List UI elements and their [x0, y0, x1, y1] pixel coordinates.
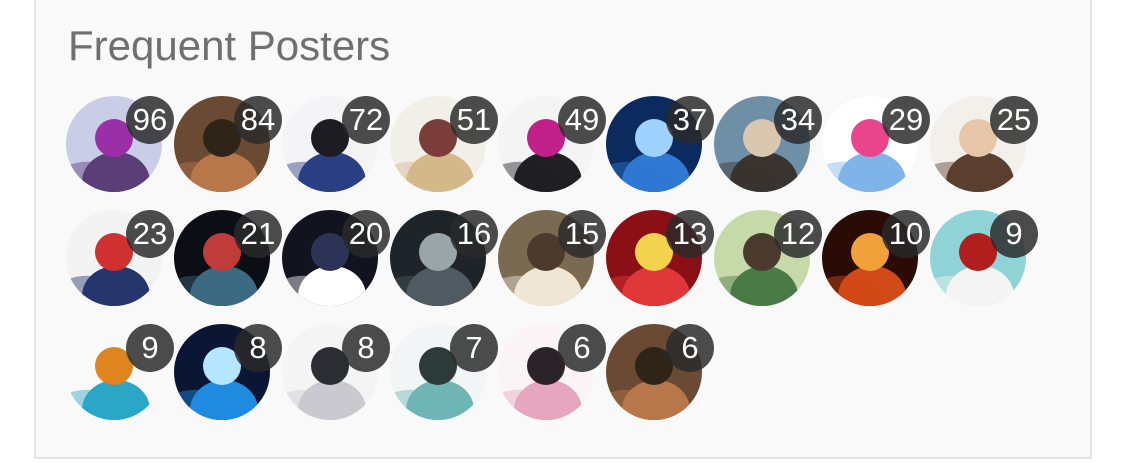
- poster-item[interactable]: 15: [498, 210, 606, 306]
- poster-item[interactable]: 7: [390, 324, 498, 420]
- post-count-badge: 72: [342, 96, 390, 144]
- post-count-badge: 25: [990, 96, 1038, 144]
- post-count-badge: 21: [234, 210, 282, 258]
- post-count-badge: 9: [990, 210, 1038, 258]
- post-count-badge: 7: [450, 324, 498, 372]
- poster-item[interactable]: 20: [282, 210, 390, 306]
- poster-item[interactable]: 72: [282, 96, 390, 192]
- poster-item[interactable]: 49: [498, 96, 606, 192]
- post-count-badge: 23: [126, 210, 174, 258]
- poster-item[interactable]: 13: [606, 210, 714, 306]
- poster-item[interactable]: 12: [714, 210, 822, 306]
- post-count-badge: 8: [234, 324, 282, 372]
- poster-item[interactable]: 16: [390, 210, 498, 306]
- post-count-badge: 84: [234, 96, 282, 144]
- poster-item[interactable]: 51: [390, 96, 498, 192]
- frequent-posters-panel: Frequent Posters 96 84 72 51 49 37 34 29 25 23 21 2…: [34, 0, 1092, 459]
- poster-item[interactable]: 9: [66, 324, 174, 420]
- poster-item[interactable]: 23: [66, 210, 174, 306]
- post-count-badge: 37: [666, 96, 714, 144]
- post-count-badge: 16: [450, 210, 498, 258]
- poster-item[interactable]: 6: [498, 324, 606, 420]
- post-count-badge: 51: [450, 96, 498, 144]
- poster-item[interactable]: 8: [174, 324, 282, 420]
- post-count-badge: 9: [126, 324, 174, 372]
- poster-item[interactable]: 84: [174, 96, 282, 192]
- poster-item[interactable]: 9: [930, 210, 1038, 306]
- poster-item[interactable]: 8: [282, 324, 390, 420]
- poster-item[interactable]: 37: [606, 96, 714, 192]
- post-count-badge: 12: [774, 210, 822, 258]
- post-count-badge: 96: [126, 96, 174, 144]
- post-count-badge: 13: [666, 210, 714, 258]
- poster-item[interactable]: 21: [174, 210, 282, 306]
- post-count-badge: 8: [342, 324, 390, 372]
- post-count-badge: 10: [882, 210, 930, 258]
- poster-item[interactable]: 34: [714, 96, 822, 192]
- post-count-badge: 6: [666, 324, 714, 372]
- post-count-badge: 34: [774, 96, 822, 144]
- post-count-badge: 15: [558, 210, 606, 258]
- poster-item[interactable]: 10: [822, 210, 930, 306]
- post-count-badge: 20: [342, 210, 390, 258]
- post-count-badge: 49: [558, 96, 606, 144]
- poster-item[interactable]: 29: [822, 96, 930, 192]
- poster-item[interactable]: 25: [930, 96, 1038, 192]
- post-count-badge: 6: [558, 324, 606, 372]
- poster-item[interactable]: 6: [606, 324, 714, 420]
- post-count-badge: 29: [882, 96, 930, 144]
- poster-grid: 96 84 72 51 49 37 34 29 25 23 21 20 16 15 13 12 10 9 9 8 8 7 6…: [66, 96, 1066, 426]
- poster-item[interactable]: 96: [66, 96, 174, 192]
- panel-title: Frequent Posters: [68, 22, 391, 69]
